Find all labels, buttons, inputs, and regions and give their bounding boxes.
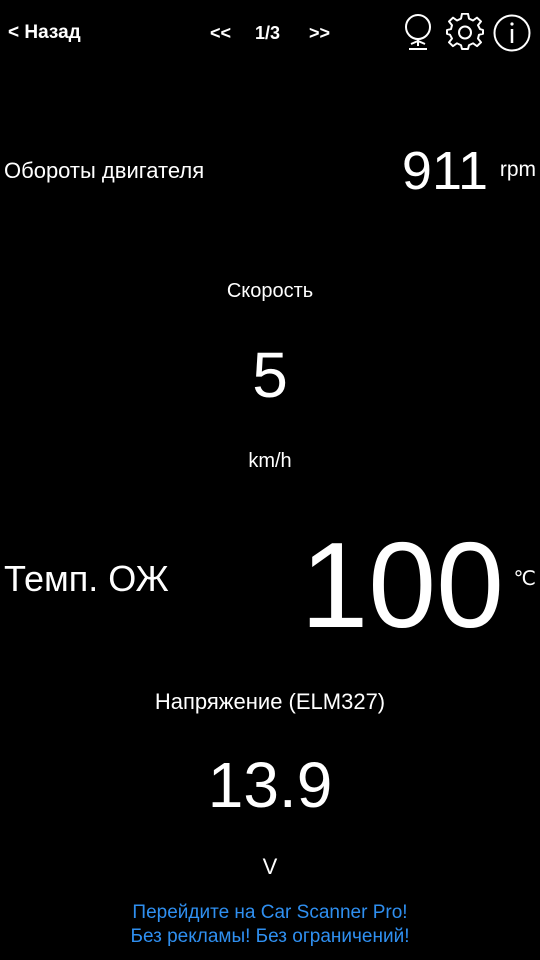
voltage-value: 13.9 <box>207 749 333 821</box>
speed-value: 5 <box>252 339 288 411</box>
coolant-temp-value: 100 <box>300 517 504 653</box>
coolant-temp-label: Темп. ОЖ <box>4 558 169 599</box>
speed-unit: km/h <box>248 450 292 472</box>
page-indicator: 1/3 <box>255 23 281 43</box>
info-icon[interactable] <box>492 13 532 53</box>
back-button[interactable]: < Назад <box>8 22 81 44</box>
microphone-icon[interactable] <box>398 13 438 53</box>
voltage-unit: V <box>262 854 278 879</box>
promo-link-upgrade[interactable]: Перейдите на Car Scanner Pro! <box>0 902 540 924</box>
engine-rpm-label: Обороты двигателя <box>4 158 205 183</box>
next-page-button[interactable]: >> <box>309 23 330 44</box>
voltage-label: Напряжение (ELM327) <box>154 689 386 714</box>
engine-rpm-unit: rpm <box>499 158 536 181</box>
coolant-temp-unit: ℃ <box>513 568 536 590</box>
promo-link-no-ads[interactable]: Без рекламы! Без ограничений! <box>0 926 540 948</box>
engine-rpm-value: 911 <box>401 141 488 201</box>
top-bar: < Назад << 1/3 >> <box>0 0 540 70</box>
previous-page-button[interactable]: << <box>210 23 231 44</box>
speed-label: Скорость <box>226 280 314 302</box>
gear-icon[interactable] <box>445 13 485 53</box>
